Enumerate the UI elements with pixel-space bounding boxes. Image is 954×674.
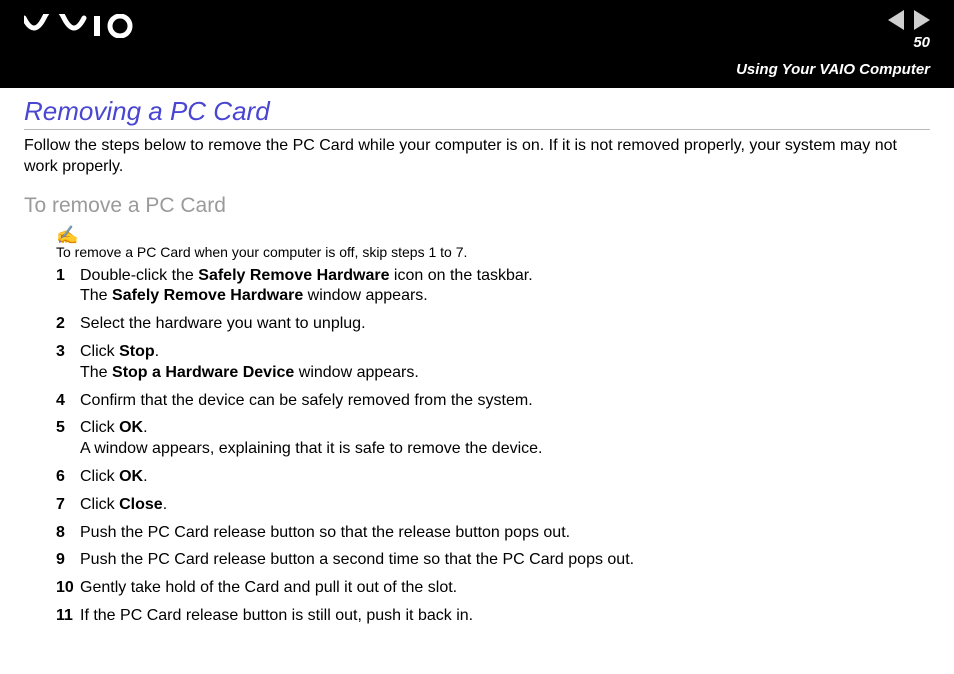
next-page-icon[interactable]	[914, 10, 930, 30]
step-body: Push the PC Card release button so that …	[80, 523, 930, 544]
step-body: If the PC Card release button is still o…	[80, 606, 930, 627]
step-item: 8Push the PC Card release button so that…	[56, 523, 930, 544]
step-body: Gently take hold of the Card and pull it…	[80, 578, 930, 599]
step-number: 5	[56, 418, 80, 460]
document-header: 50 Using Your VAIO Computer	[0, 0, 954, 88]
step-item: 3Click Stop.The Stop a Hardware Device w…	[56, 342, 930, 384]
step-body: Click Close.	[80, 495, 930, 516]
page-title: Removing a PC Card	[24, 96, 930, 130]
step-item: 6Click OK.	[56, 467, 930, 488]
step-body: Confirm that the device can be safely re…	[80, 391, 930, 412]
note-icon: ✍	[56, 226, 930, 244]
step-number: 1	[56, 266, 80, 308]
step-body: Click Stop.The Stop a Hardware Device wi…	[80, 342, 930, 384]
intro-text: Follow the steps below to remove the PC …	[24, 136, 930, 178]
step-item: 11If the PC Card release button is still…	[56, 606, 930, 627]
step-body: Push the PC Card release button a second…	[80, 550, 930, 571]
step-item: 10Gently take hold of the Card and pull …	[56, 578, 930, 599]
step-number: 2	[56, 314, 80, 335]
step-item: 5Click OK.A window appears, explaining t…	[56, 418, 930, 460]
step-item: 2Select the hardware you want to unplug.	[56, 314, 930, 335]
step-number: 8	[56, 523, 80, 544]
step-number: 6	[56, 467, 80, 488]
step-body: Double-click the Safely Remove Hardware …	[80, 266, 930, 308]
steps-list: 1Double-click the Safely Remove Hardware…	[56, 266, 930, 627]
step-number: 11	[56, 606, 80, 627]
page-navigation	[888, 10, 930, 30]
step-number: 3	[56, 342, 80, 384]
note-block: ✍ To remove a PC Card when your computer…	[56, 226, 930, 260]
vaio-logo	[24, 14, 134, 38]
step-item: 1Double-click the Safely Remove Hardware…	[56, 266, 930, 308]
step-item: 9Push the PC Card release button a secon…	[56, 550, 930, 571]
step-item: 7Click Close.	[56, 495, 930, 516]
step-number: 9	[56, 550, 80, 571]
step-body: Select the hardware you want to unplug.	[80, 314, 930, 335]
step-body: Click OK.A window appears, explaining th…	[80, 418, 930, 460]
note-text: To remove a PC Card when your computer i…	[56, 244, 930, 260]
step-body: Click OK.	[80, 467, 930, 488]
page-number: 50	[913, 34, 930, 51]
section-name: Using Your VAIO Computer	[736, 61, 930, 78]
step-number: 7	[56, 495, 80, 516]
prev-page-icon[interactable]	[888, 10, 904, 30]
subtitle: To remove a PC Card	[24, 194, 930, 218]
step-item: 4Confirm that the device can be safely r…	[56, 391, 930, 412]
step-number: 4	[56, 391, 80, 412]
step-number: 10	[56, 578, 80, 599]
page-content: Removing a PC Card Follow the steps belo…	[0, 88, 954, 627]
